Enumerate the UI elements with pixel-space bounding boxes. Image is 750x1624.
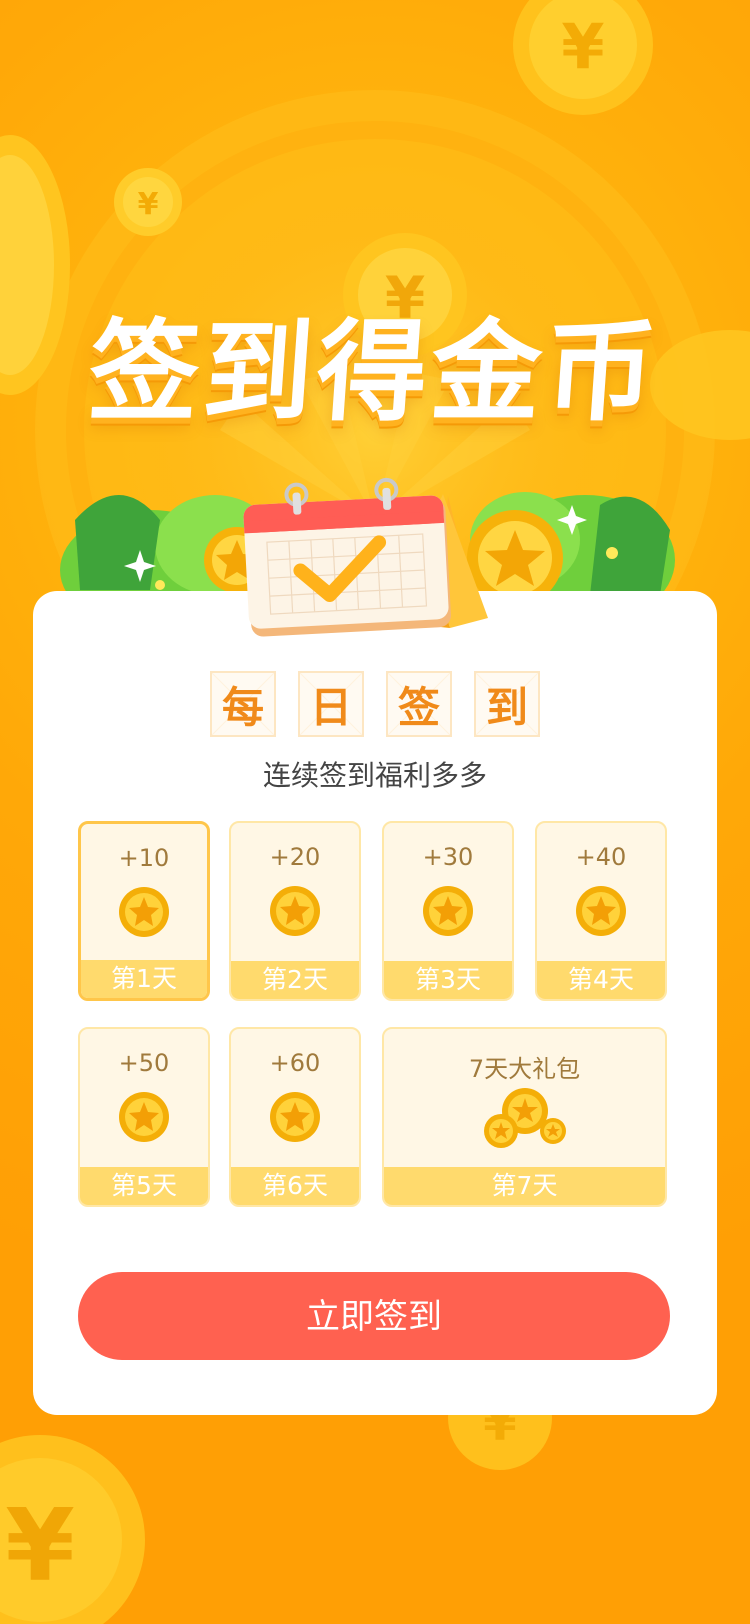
day-label: 第4天 [537,961,665,999]
reward-amount: +10 [118,844,170,872]
star-coin-icon [119,887,169,937]
day-tile-7[interactable]: 7天大礼包 第7天 [382,1027,667,1207]
daily-checkin-heading: 每 日 签 到 [33,671,717,737]
yuan-coin-icon: ¥ [513,0,653,115]
day-label: 第5天 [80,1167,208,1205]
day-tile-4[interactable]: +40 第4天 [535,821,667,1001]
reward-amount: +30 [422,843,474,871]
star-coin-icon [576,886,626,936]
svg-text:¥: ¥ [138,187,159,222]
checkin-card: 每 日 签 到 连续签到福利多多 +10 第1天 +20 第2天 +30 第3天… [33,591,717,1415]
day-label: 第1天 [81,960,207,998]
day-tile-6[interactable]: +60 第6天 [229,1027,361,1207]
yuan-coin-icon: ¥ [0,1435,145,1624]
star-coin-icon [270,886,320,936]
heading-char: 日 [298,671,364,737]
reward-amount: +60 [269,1049,321,1077]
day-label: 第7天 [384,1167,665,1205]
day-tile-5[interactable]: +50 第5天 [78,1027,210,1207]
day-tile-3[interactable]: +30 第3天 [382,821,514,1001]
heading-char: 每 [210,671,276,737]
card-subtitle: 连续签到福利多多 [262,759,487,792]
svg-text:¥: ¥ [5,1487,75,1604]
checkin-now-button[interactable]: 立即签到 [78,1272,670,1360]
day-tile-1[interactable]: +10 第1天 [78,821,210,1001]
heading-char: 到 [474,671,540,737]
svg-text:¥: ¥ [561,10,604,83]
heading-char: 签 [386,671,452,737]
star-coin-icon [423,886,473,936]
calendar-check-icon [243,477,488,637]
yuan-coin-icon: ¥ [114,168,182,236]
reward-amount: +20 [269,843,321,871]
day-tile-2[interactable]: +20 第2天 [229,821,361,1001]
day-label: 第6天 [231,1167,359,1205]
day-label: 第3天 [384,961,512,999]
star-coin-icon [270,1092,320,1142]
reward-amount: +40 [575,843,627,871]
day-label: 第2天 [231,961,359,999]
reward-amount: +50 [118,1049,170,1077]
hero-title: 签到得金币 [84,308,664,436]
coin-pile-icon [483,1088,566,1148]
reward-amount: 7天大礼包 [468,1055,581,1083]
star-coin-icon [119,1092,169,1142]
checkin-page: ¥ ¥ ¥ ¥ ¥ 签到得金币 每 日 签 到 连续签到福利多多 +10 第1天… [0,0,750,1624]
